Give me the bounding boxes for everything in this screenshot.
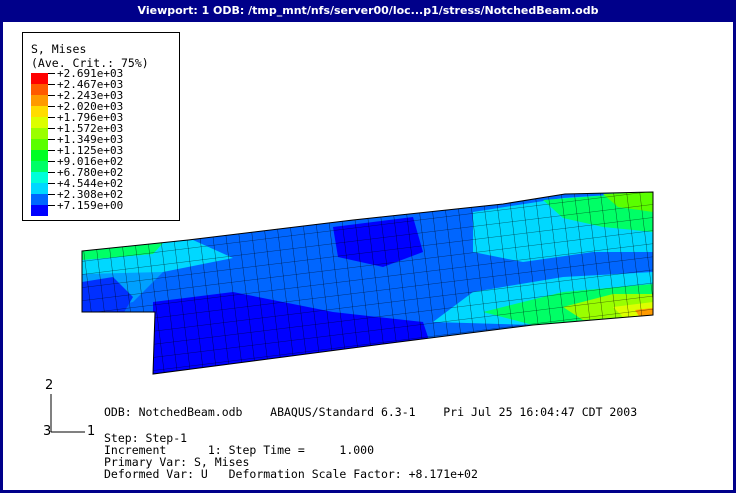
viewport-title-bar[interactable]: Viewport: 1 ODB: /tmp_mnt/nfs/server00/l… (0, 0, 736, 22)
legend-tick (48, 73, 55, 74)
legend-tick (48, 117, 55, 118)
legend-swatch (31, 183, 48, 194)
triad-axis-3-label: 3 (43, 424, 52, 439)
viewport-canvas[interactable]: S, Mises (Ave. Crit.: 75%) +2.691e+03 +2.… (3, 22, 733, 490)
legend-swatch (31, 205, 48, 216)
plot-info-block: ODB: NotchedBeam.odb ABAQUS/Standard 6.3… (104, 406, 637, 490)
legend-swatch (31, 172, 48, 183)
legend-tick (48, 139, 55, 140)
legend-swatch (31, 128, 48, 139)
info-odb-line: ODB: NotchedBeam.odb ABAQUS/Standard 6.3… (104, 405, 638, 419)
legend-tick (48, 161, 55, 162)
legend-tick (48, 194, 55, 195)
legend-title: S, Mises (31, 42, 87, 56)
coordinate-triad: 2 1 3 (39, 378, 99, 442)
legend-tick (48, 128, 55, 129)
contour-legend[interactable]: S, Mises (Ave. Crit.: 75%) +2.691e+03 +2.… (22, 32, 180, 221)
legend-tick (48, 172, 55, 173)
legend-swatch (31, 117, 48, 128)
legend-tick (48, 106, 55, 107)
legend-swatch (31, 106, 48, 117)
legend-swatch (31, 73, 48, 84)
info-deformed-var-line: Deformed Var: U Deformation Scale Factor… (104, 467, 478, 481)
triad-axis-1-label: 1 (87, 424, 96, 439)
legend-swatch (31, 194, 48, 205)
legend-swatch (31, 139, 48, 150)
legend-swatch (31, 150, 48, 161)
legend-tick (48, 183, 55, 184)
legend-swatch (31, 84, 48, 95)
legend-swatch (31, 95, 48, 106)
legend-swatch (31, 161, 48, 172)
legend-value: +7.159e+00 (57, 199, 124, 212)
legend-tick (48, 205, 55, 206)
legend-tick (48, 150, 55, 151)
legend-tick (48, 95, 55, 96)
triad-axis-2-label: 2 (45, 378, 54, 393)
legend-tick (48, 84, 55, 85)
